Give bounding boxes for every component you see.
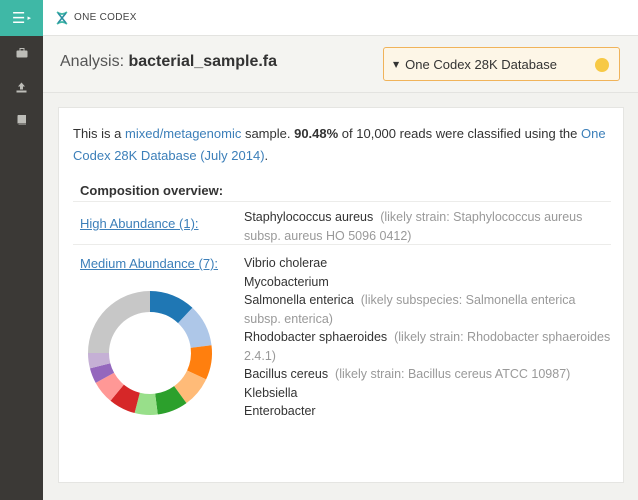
organism-row: Klebsiella [244, 384, 614, 403]
divider [73, 244, 611, 245]
organism-name: Salmonella enterica [244, 293, 354, 307]
organism-name: Klebsiella [244, 385, 298, 400]
composition-title: Composition overview: [80, 183, 224, 198]
upload-icon [16, 82, 27, 92]
medium-abundance-list: Vibrio cholerae Mycobacterium Salmonella… [244, 254, 614, 421]
classified-percent: 90.48% [294, 126, 339, 141]
sidebar-item-briefcase[interactable] [0, 42, 43, 64]
organism-name: Staphylococcus aureus [244, 210, 374, 224]
briefcase-icon [16, 48, 27, 58]
caret-down-icon: ▼ [393, 59, 400, 69]
sample-type-link[interactable]: mixed/metagenomic [125, 126, 241, 141]
organism-name: Rhodobacter sphaeroides [244, 330, 388, 344]
one-codex-logo-icon [56, 10, 68, 25]
organism-row: Enterobacter [244, 402, 614, 421]
analysis-filename: bacterial_sample.fa [128, 53, 278, 70]
composition-donut-chart [88, 291, 212, 415]
organism-row: Mycobacterium [244, 273, 614, 292]
summary-text: This is a mixed/metagenomic sample. 90.4… [73, 123, 613, 167]
high-abundance-link[interactable]: High Abundance (1): [80, 216, 199, 231]
analysis-prefix: Analysis: [60, 53, 125, 70]
summary-text-3: of 10,000 reads were classified using th… [338, 126, 581, 141]
sidebar-item-book[interactable] [0, 108, 43, 130]
top-bar: ONE CODEX [43, 0, 638, 36]
high-abundance-list: Staphylococcus aureus (likely strain: St… [244, 208, 614, 245]
summary-text-2: sample. [241, 126, 295, 141]
organism-name: Enterobacter [244, 404, 316, 418]
sidebar-item-upload[interactable] [0, 76, 43, 98]
divider [73, 201, 611, 202]
organism-row: Staphylococcus aureus (likely strain: St… [244, 208, 614, 245]
hamburger-icon: ☰ [12, 9, 26, 27]
database-version-link[interactable]: (July 2014) [200, 148, 264, 163]
medium-abundance-link[interactable]: Medium Abundance (7): [80, 256, 218, 271]
status-dot-icon [595, 58, 609, 72]
database-dropdown[interactable]: ▼ One Codex 28K Database [383, 47, 620, 81]
donut-slice[interactable] [88, 291, 150, 353]
menu-toggle-button[interactable]: ☰ ▸ [0, 0, 43, 36]
brand-logo[interactable]: ONE CODEX [55, 10, 137, 25]
organism-row: Bacillus cereus (likely strain: Bacillus… [244, 365, 614, 384]
brand-name: ONE CODEX [74, 12, 137, 23]
analysis-header: Analysis: bacterial_sample.fa ▼ One Code… [43, 36, 638, 93]
organism-row: Vibrio cholerae [244, 254, 614, 273]
page-title: Analysis: bacterial_sample.fa [60, 53, 277, 71]
summary-text-1: This is a [73, 126, 126, 141]
organism-row: Salmonella enterica (likely subspecies: … [244, 291, 614, 328]
left-sidebar: ☰ ▸ [0, 0, 43, 500]
organism-strain-note: (likely strain: Bacillus cereus ATCC 109… [335, 367, 571, 381]
analysis-card: This is a mixed/metagenomic sample. 90.4… [58, 107, 624, 483]
organism-name: Vibrio cholerae [244, 256, 328, 270]
summary-text-5: . [264, 148, 269, 163]
book-icon [17, 114, 26, 124]
caret-right-icon: ▸ [27, 14, 31, 22]
database-dropdown-value: One Codex 28K Database [405, 56, 557, 72]
organism-name: Mycobacterium [244, 274, 329, 289]
organism-name: Bacillus cereus [244, 367, 329, 381]
organism-row: Rhodobacter sphaeroides (likely strain: … [244, 328, 614, 365]
